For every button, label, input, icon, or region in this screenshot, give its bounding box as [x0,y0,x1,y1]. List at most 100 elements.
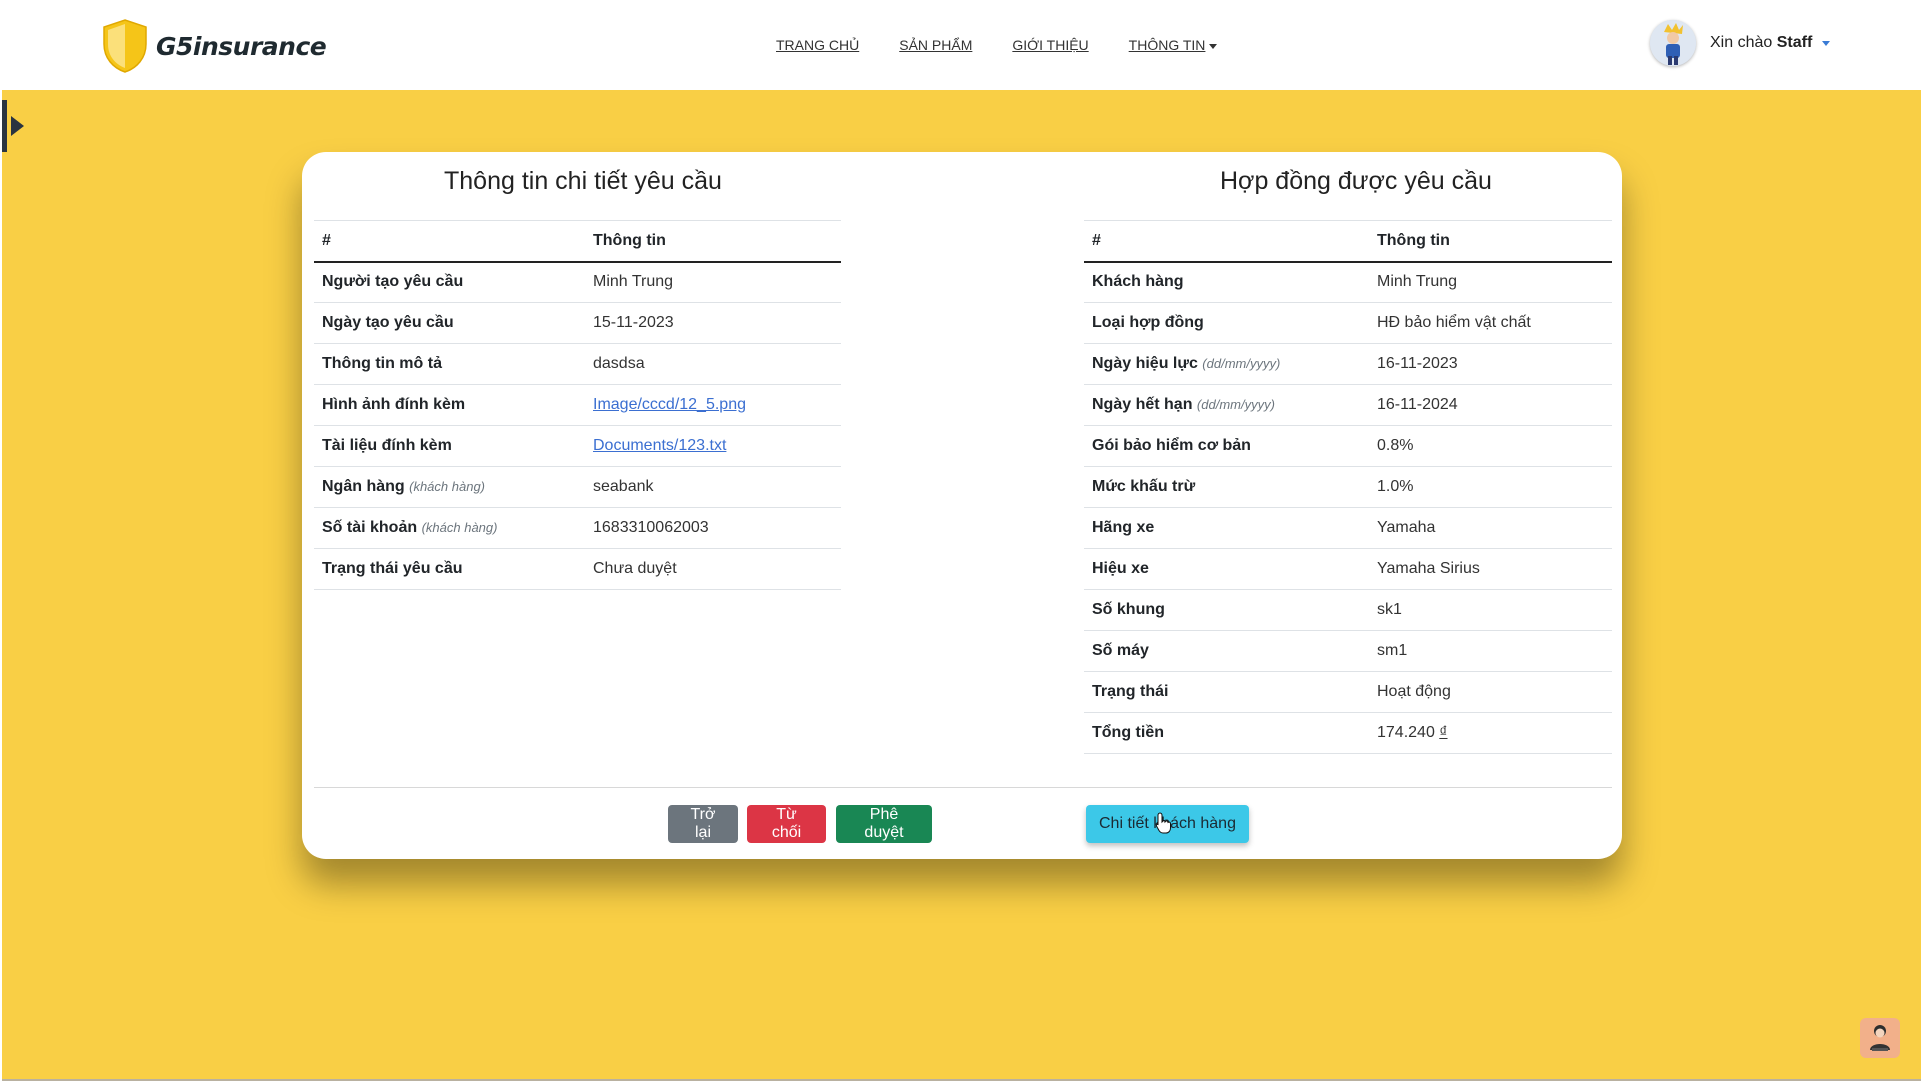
table-row: Hiệu xe Yamaha Sirius [1084,548,1612,590]
card-divider [314,787,1612,788]
column-header: Thông tin [585,220,841,263]
caret-down-icon [1209,43,1218,49]
sidebar-toggle-icon [11,116,24,136]
total-amount-value: 174.240 [1377,724,1435,741]
brand[interactable]: G5insurance [100,18,327,74]
row-value: 0.8% [1369,425,1612,467]
nav-about[interactable]: GIỚI THIỆU [1012,37,1088,53]
table-row: Mức khấu trừ 1.0% [1084,466,1612,508]
brand-name: G5insurance [156,31,327,61]
shield-logo-icon [103,19,147,73]
table-row: Ngày hiệu lực (dd/mm/yyyy) 16-11-2023 [1084,343,1612,385]
main-nav: TRANG CHỦ SẢN PHẨM GIỚI THIỆU THÔNG TIN [776,37,1218,53]
column-header: # [1084,220,1369,263]
user-menu[interactable]: Xin chào Staff [1650,20,1831,66]
row-label: Hãng xe [1084,507,1369,549]
row-value: Yamaha [1369,507,1612,549]
image-attachment-link[interactable]: Image/cccd/12_5.png [593,396,746,413]
table-row: Số khung sk1 [1084,589,1612,631]
assistant-icon[interactable] [1860,1018,1900,1058]
table-row: Ngân hàng (khách hàng) seabank [314,466,841,508]
nav-info-dropdown[interactable]: THÔNG TIN [1129,37,1218,53]
row-hint: (dd/mm/yyyy) [1202,356,1281,371]
table-row: Số máy sm1 [1084,630,1612,672]
row-value: HĐ bảo hiểm vật chất [1369,302,1612,344]
request-detail-card: Thông tin chi tiết yêu cầu Hợp đồng được… [302,152,1622,859]
row-value: Yamaha Sirius [1369,548,1612,590]
table-row: Trạng thái Hoạt động [1084,671,1612,713]
table-header-row: # Thông tin [314,220,841,263]
top-navbar: G5insurance TRANG CHỦ SẢN PHẨM GIỚI THIỆ… [0,0,1923,90]
table-row: Gói bảo hiểm cơ bản 0.8% [1084,425,1612,467]
nav-home[interactable]: TRANG CHỦ [776,37,859,53]
row-value: 16-11-2024 [1369,384,1612,426]
row-value: 16-11-2023 [1369,343,1612,385]
row-label: Số máy [1084,630,1369,672]
row-value: dasdsa [585,343,841,385]
user-greeting: Xin chào Staff [1710,34,1812,52]
row-label: Hình ảnh đính kèm [314,384,585,426]
row-label: Loại hợp đồng [1084,302,1369,344]
contract-panel-title: Hợp đồng được yêu cầu [1220,167,1492,195]
row-value: Minh Trung [1369,261,1612,303]
row-label: Ngày tạo yêu cầu [314,302,585,344]
request-panel-title: Thông tin chi tiết yêu cầu [444,167,722,195]
row-label: Hiệu xe [1084,548,1369,590]
table-row: Ngày hết hạn (dd/mm/yyyy) 16-11-2024 [1084,384,1612,426]
row-label: Tổng tiền [1084,712,1369,754]
row-label: Mức khấu trừ [1084,466,1369,508]
row-label: Ngày hiệu lực [1092,355,1198,372]
row-label: Ngày hết hạn [1092,396,1193,413]
nav-products[interactable]: SẢN PHẨM [899,37,972,53]
table-row: Thông tin mô tả dasdsa [314,343,841,385]
table-row: Hãng xe Yamaha [1084,507,1612,549]
row-label: Số tài khoản [322,519,418,536]
row-value-cell: Image/cccd/12_5.png [585,384,841,426]
row-value: Chưa duyệt [585,548,841,590]
reject-button[interactable]: Từ chối [747,805,826,843]
row-label: Trạng thái yêu cầu [314,548,585,590]
contract-info-table: # Thông tin Khách hàng Minh Trung Loại h… [1084,220,1612,754]
table-row: Hình ảnh đính kèm Image/cccd/12_5.png [314,384,841,426]
table-row: Trạng thái yêu cầu Chưa duyệt [314,548,841,590]
sidebar-toggle[interactable] [2,100,26,152]
bottom-border [2,1079,1921,1081]
total-amount: 174.240 ₫ [1369,712,1612,754]
row-label: Tài liệu đính kèm [314,425,585,467]
back-button[interactable]: Trở lại [668,805,738,843]
mouse-cursor-icon [1155,812,1171,834]
row-hint: (khách hàng) [421,520,498,535]
row-hint: (khách hàng) [409,479,486,494]
table-header-row: # Thông tin [1084,220,1612,263]
row-label: Trạng thái [1084,671,1369,713]
row-label: Gói bảo hiểm cơ bản [1084,425,1369,467]
row-label-cell: Số tài khoản (khách hàng) [314,507,585,549]
table-row: Khách hàng Minh Trung [1084,261,1612,303]
currency-symbol: ₫ [1439,724,1448,741]
table-row: Người tạo yêu cầu Minh Trung [314,261,841,303]
row-value: 1683310062003 [585,507,841,549]
row-label-cell: Ngân hàng (khách hàng) [314,466,585,508]
row-label: Thông tin mô tả [314,343,585,385]
column-header: Thông tin [1369,220,1612,263]
column-header: # [314,220,585,263]
row-label: Ngân hàng [322,478,405,495]
user-name: Staff [1776,34,1813,51]
row-label: Người tạo yêu cầu [314,261,585,303]
table-row: Tổng tiền 174.240 ₫ [1084,712,1612,754]
row-label: Số khung [1084,589,1369,631]
table-row: Loại hợp đồng HĐ bảo hiểm vật chất [1084,302,1612,344]
row-value: seabank [585,466,841,508]
row-value: Hoạt động [1369,671,1612,713]
approve-button[interactable]: Phê duyệt [836,805,932,843]
sidebar-toggle-bar [2,100,7,152]
document-attachment-link[interactable]: Documents/123.txt [593,437,726,454]
row-value: sm1 [1369,630,1612,672]
row-value: Minh Trung [585,261,841,303]
row-label-cell: Ngày hết hạn (dd/mm/yyyy) [1084,384,1369,426]
table-row: Tài liệu đính kèm Documents/123.txt [314,425,841,467]
row-value-cell: Documents/123.txt [585,425,841,467]
nav-info-label: THÔNG TIN [1128,37,1206,53]
row-label-cell: Ngày hiệu lực (dd/mm/yyyy) [1084,343,1369,385]
request-info-table: # Thông tin Người tạo yêu cầu Minh Trung… [314,220,841,590]
